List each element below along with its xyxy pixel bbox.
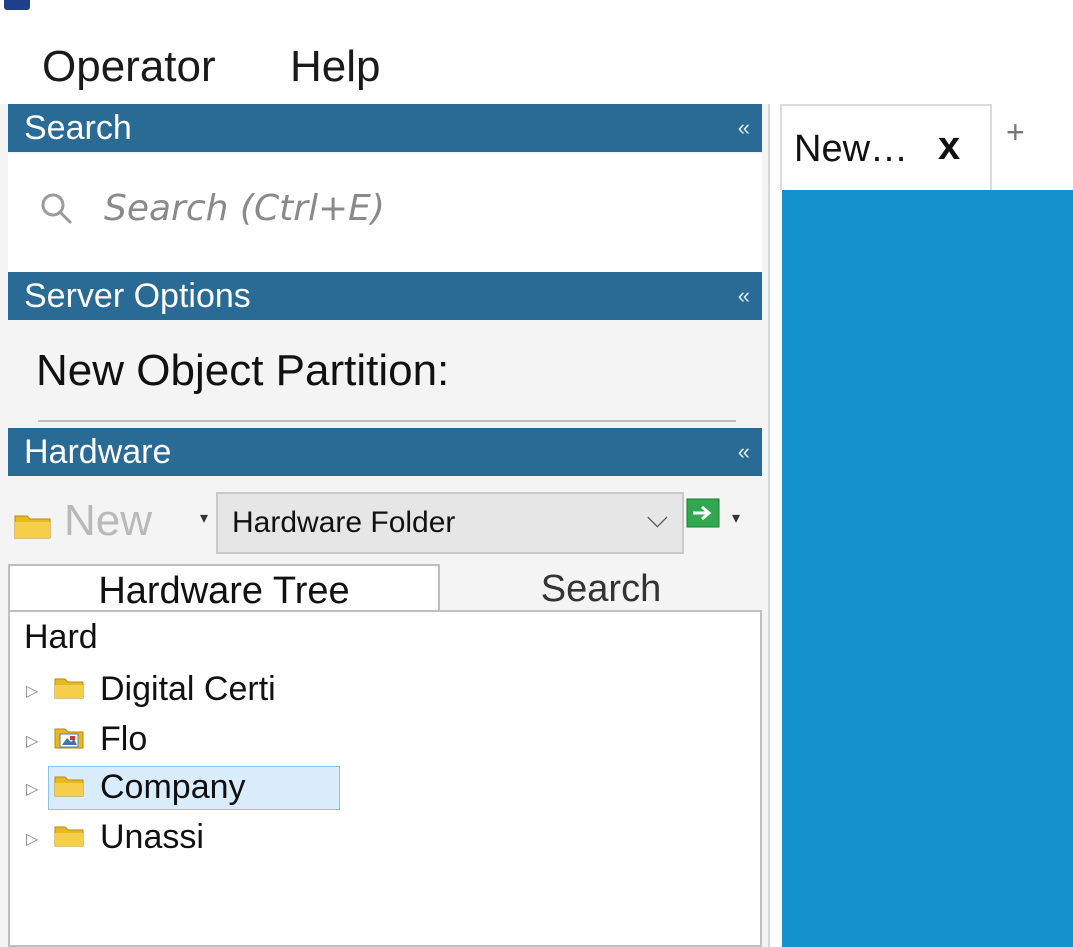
search-icon bbox=[41, 193, 72, 224]
close-icon[interactable]: x bbox=[938, 124, 960, 169]
tab-search[interactable]: Search bbox=[458, 564, 744, 612]
server-options-body: New Object Partition: bbox=[8, 324, 762, 424]
folder-icon bbox=[54, 776, 84, 797]
add-tab-icon[interactable]: + bbox=[1006, 114, 1025, 151]
search-box bbox=[8, 154, 762, 272]
expand-arrow-icon[interactable]: ▷ bbox=[26, 681, 38, 701]
expand-arrow-icon[interactable]: ▷ bbox=[26, 829, 38, 849]
tree-item-digital-certificates[interactable]: ▷ Digital Certi bbox=[24, 666, 644, 712]
search-input[interactable] bbox=[104, 180, 704, 236]
hardware-toolbar: New ▾ Hardware Folder ⌵ ▾ bbox=[8, 478, 762, 564]
search-collapse-icon[interactable]: « bbox=[738, 104, 750, 152]
tree-item-floorplans[interactable]: ▷ Flo bbox=[24, 716, 644, 762]
partition-label: New Object Partition: bbox=[36, 346, 450, 395]
hardware-tab-strip: Hardware Tree Search bbox=[8, 564, 762, 612]
search-section-header[interactable]: Search « bbox=[8, 104, 762, 152]
title-bar bbox=[0, 0, 1073, 12]
expand-arrow-icon[interactable]: ▷ bbox=[26, 779, 38, 799]
chevron-down-icon[interactable]: ⌵ bbox=[647, 502, 668, 535]
folder-icon bbox=[54, 826, 84, 847]
folder-icon bbox=[14, 515, 51, 539]
folder-icon bbox=[54, 678, 84, 699]
server-options-section-header[interactable]: Server Options « bbox=[8, 272, 762, 320]
document-area: New… x + bbox=[772, 104, 1073, 947]
tree-item-label: Unassi bbox=[100, 818, 204, 856]
hardware-type-select[interactable]: Hardware Folder ⌵ bbox=[216, 492, 684, 554]
new-dropdown-arrow-icon[interactable]: ▾ bbox=[200, 508, 208, 528]
document-tab-label: New… bbox=[794, 128, 909, 170]
partition-field[interactable] bbox=[38, 420, 736, 422]
go-arrow-icon[interactable] bbox=[686, 498, 720, 528]
tree-root-label[interactable]: Hard bbox=[24, 616, 98, 658]
hardware-section-title: Hardware bbox=[24, 433, 172, 471]
hardware-tree: Hard ▷ Digital Certi ▷ Flo ▷ Company ▷ U… bbox=[8, 610, 762, 947]
menu-bar: Operator Help bbox=[0, 12, 1073, 104]
go-dropdown-arrow-icon[interactable]: ▾ bbox=[732, 508, 740, 528]
hardware-collapse-icon[interactable]: « bbox=[738, 428, 750, 476]
tree-item-label: Company bbox=[100, 768, 246, 806]
tree-item-label: Flo bbox=[100, 720, 148, 758]
hardware-section-header[interactable]: Hardware « bbox=[8, 428, 762, 476]
menu-item-operator[interactable]: Operator bbox=[42, 42, 216, 92]
menu-item-help[interactable]: Help bbox=[290, 42, 381, 92]
expand-arrow-icon[interactable]: ▷ bbox=[26, 731, 38, 751]
document-content[interactable] bbox=[782, 190, 1073, 947]
app-icon bbox=[4, 0, 30, 10]
tab-hardware-tree[interactable]: Hardware Tree bbox=[8, 564, 440, 612]
tree-item-company[interactable]: ▷ Company bbox=[24, 764, 644, 810]
document-tab[interactable]: New… x bbox=[780, 104, 992, 190]
server-options-collapse-icon[interactable]: « bbox=[738, 272, 750, 320]
new-button[interactable]: New bbox=[64, 496, 152, 546]
tree-item-unassigned[interactable]: ▷ Unassi bbox=[24, 814, 644, 860]
server-options-section-title: Server Options bbox=[24, 277, 251, 315]
search-section-title: Search bbox=[24, 109, 132, 147]
floorplan-icon bbox=[54, 728, 84, 749]
tree-item-label: Digital Certi bbox=[100, 670, 276, 708]
hardware-type-select-value: Hardware Folder bbox=[232, 506, 456, 539]
